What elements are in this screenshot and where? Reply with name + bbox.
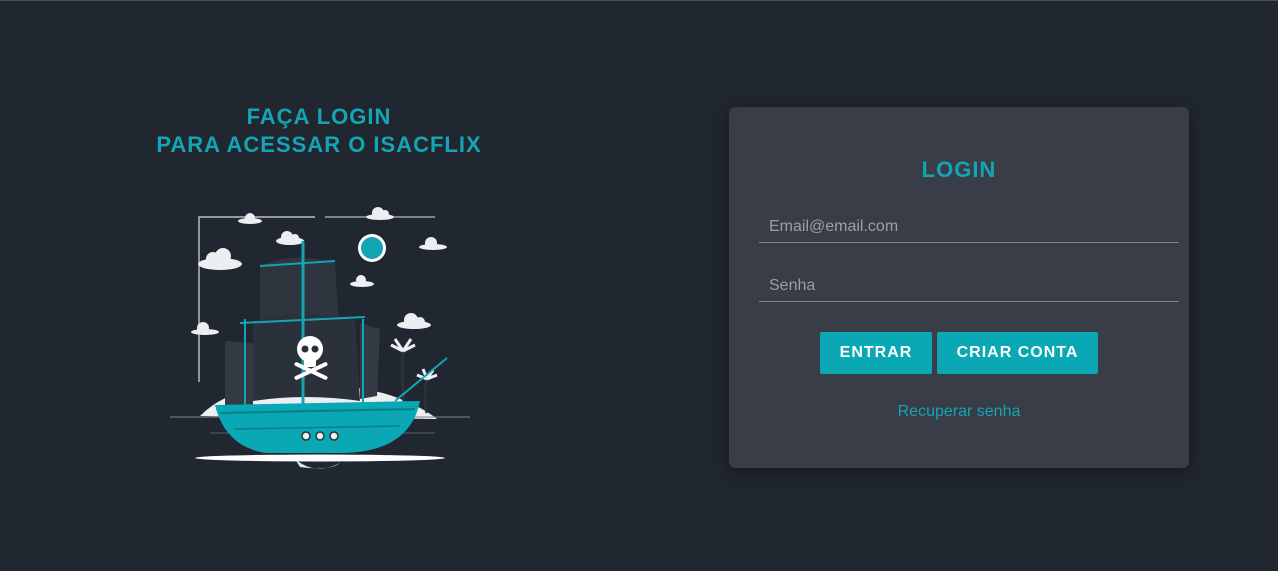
login-title: LOGIN <box>921 157 997 182</box>
create-account-button[interactable]: CRIAR CONTA <box>937 332 1098 374</box>
recover-password-link[interactable]: Recuperar senha <box>729 403 1189 421</box>
pirate-ship-illustration <box>170 207 470 469</box>
login-page: FAÇA LOGIN PARA ACESSAR O ISACFLIX LOGIN… <box>0 0 1278 571</box>
welcome-heading-line2: PARA ACESSAR O ISACFLIX <box>156 132 482 157</box>
login-card: LOGIN ENTRAR CRIAR CONTA Recuperar senha <box>729 107 1189 468</box>
email-input[interactable] <box>759 211 1179 243</box>
welcome-heading: FAÇA LOGIN PARA ACESSAR O ISACFLIX <box>119 103 519 159</box>
password-input[interactable] <box>759 270 1179 302</box>
welcome-heading-line1: FAÇA LOGIN <box>246 104 392 129</box>
login-button[interactable]: ENTRAR <box>820 332 932 374</box>
